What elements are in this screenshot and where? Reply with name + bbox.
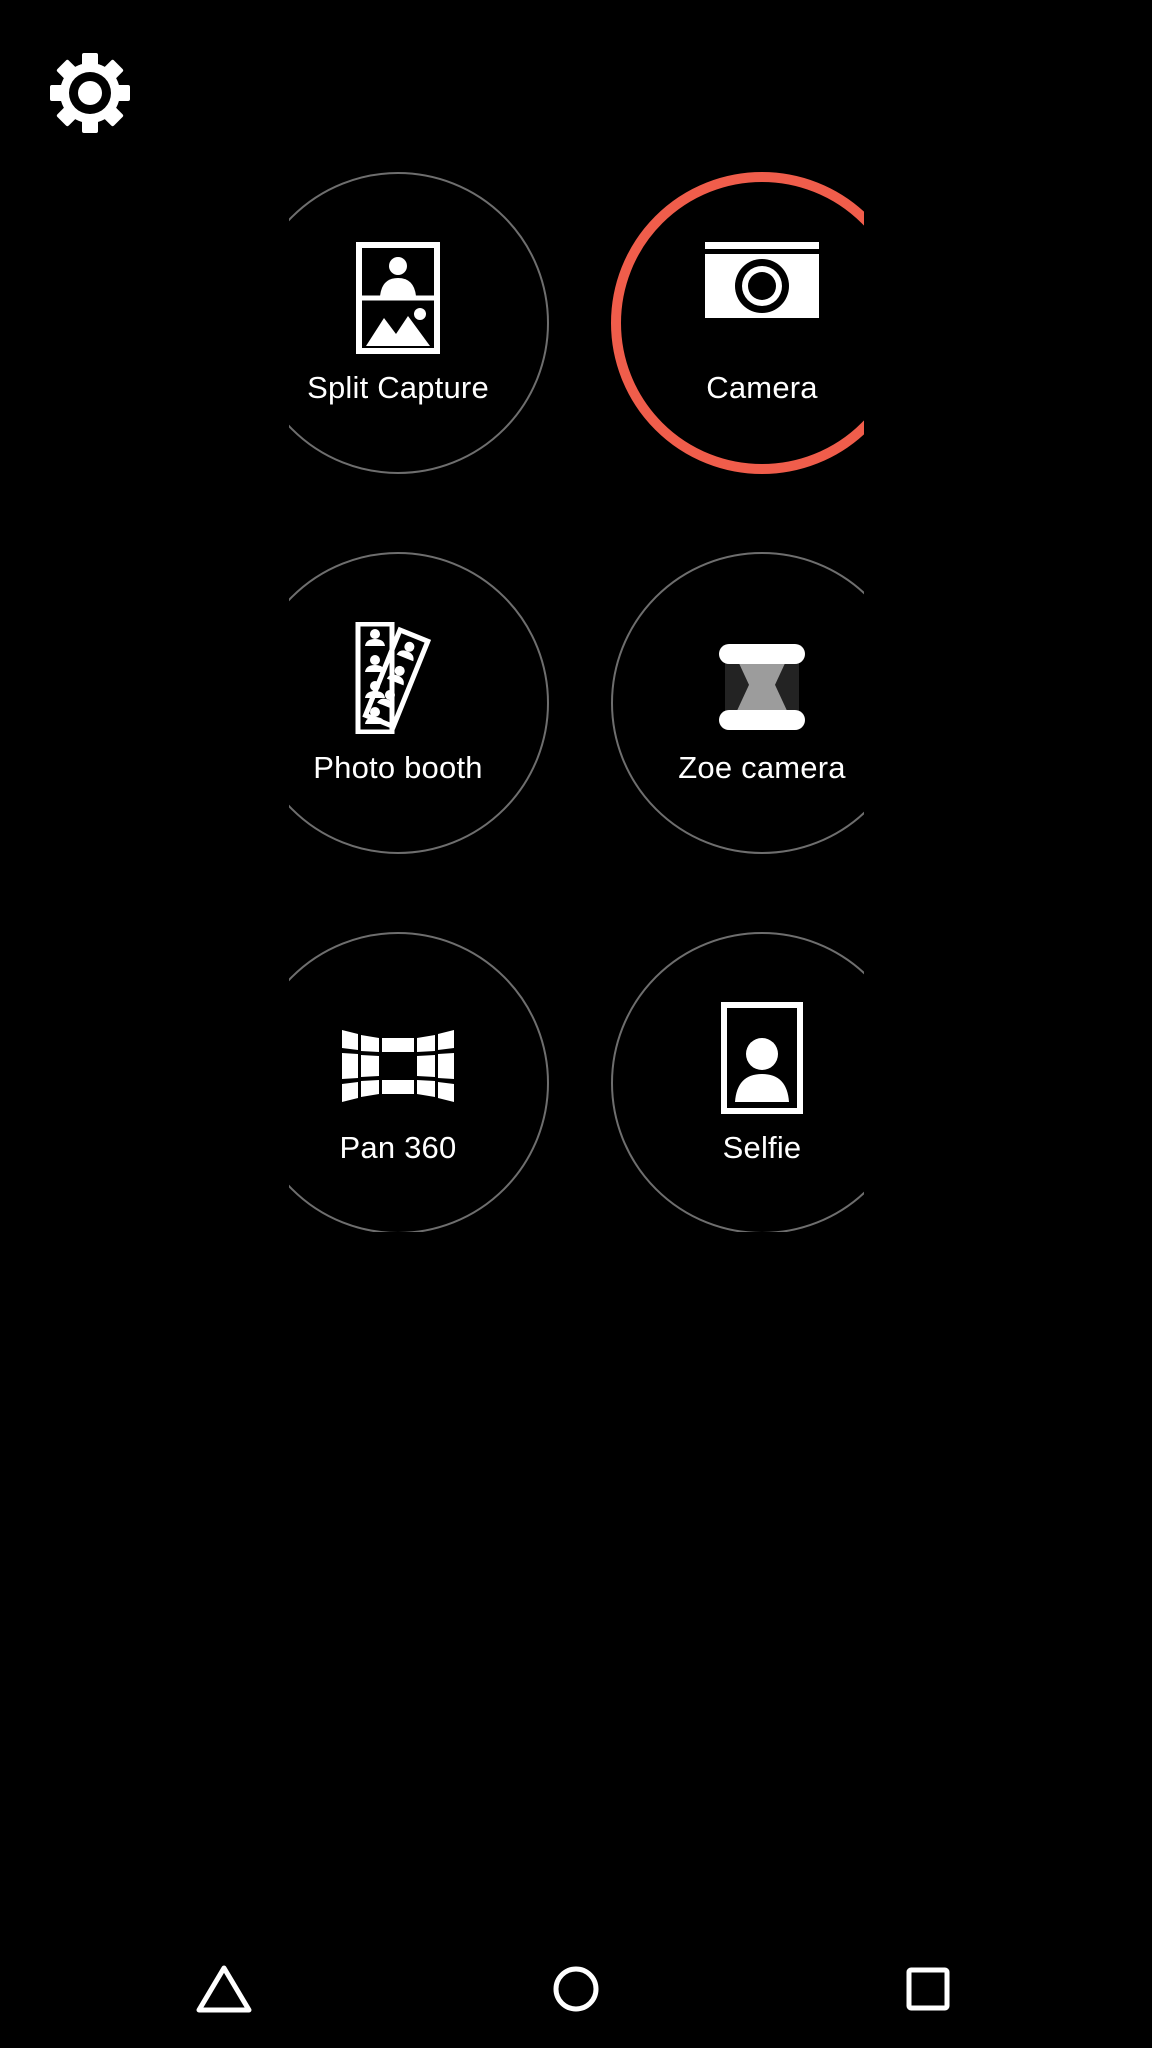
- mode-photo-booth[interactable]: Photo booth: [289, 552, 549, 854]
- mode-label: Split Capture: [307, 370, 489, 405]
- mode-label: Zoe camera: [678, 750, 846, 785]
- settings-button[interactable]: [45, 48, 135, 138]
- home-button[interactable]: [516, 1930, 636, 2048]
- mode-label: Selfie: [722, 1130, 802, 1165]
- recents-square-icon: [906, 1967, 950, 2011]
- mode-label: Camera: [706, 370, 818, 405]
- back-triangle-icon: [196, 1965, 252, 2013]
- mode-pan-360[interactable]: Pan 360: [289, 932, 549, 1232]
- home-circle-icon: [553, 1966, 599, 2012]
- navigation-bar: [0, 1930, 1152, 2048]
- camera-mode-grid: Split Capture Camera Photo booth Zoe cam…: [289, 172, 864, 1232]
- back-button[interactable]: [164, 1930, 284, 2048]
- recents-button[interactable]: [868, 1930, 988, 2048]
- selfie-icon: [721, 1002, 803, 1114]
- split-capture-icon: [356, 242, 440, 354]
- mode-split-capture[interactable]: Split Capture: [289, 172, 549, 474]
- zoe-camera-icon: [719, 644, 805, 730]
- mode-camera[interactable]: Camera: [611, 172, 864, 474]
- mode-label: Pan 360: [339, 1130, 457, 1165]
- mode-selfie[interactable]: Selfie: [611, 932, 864, 1232]
- pan-360-icon: [342, 1030, 454, 1102]
- mode-label: Photo booth: [313, 750, 483, 785]
- mode-zoe-camera[interactable]: Zoe camera: [611, 552, 864, 854]
- camera-icon: [705, 242, 819, 318]
- photo-booth-icon: [355, 622, 432, 734]
- gear-icon: [50, 53, 130, 133]
